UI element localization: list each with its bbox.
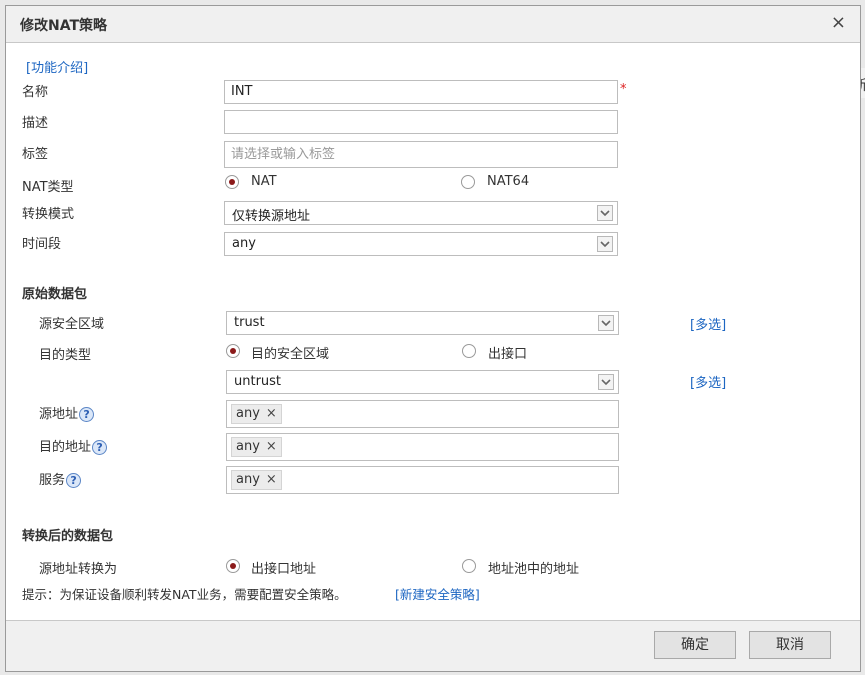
source-convert-interface-option: 出接口地址 — [251, 562, 317, 577]
source-address-label: 源地址? — [39, 403, 95, 422]
source-zone-value: trust — [234, 315, 265, 330]
converted-packet-section-title: 转换后的数据包 — [22, 529, 114, 544]
ok-button[interactable]: 确定 — [654, 631, 736, 659]
source-convert-interface-radio[interactable] — [226, 559, 240, 573]
nat-type-nat-option: NAT — [251, 174, 277, 189]
convert-mode-value: 仅转换源地址 — [232, 209, 311, 224]
help-icon[interactable]: ? — [92, 440, 108, 455]
dest-zone-select[interactable]: untrust — [226, 370, 619, 394]
dest-address-tag: any × — [231, 437, 282, 457]
dest-address-label: 目的地址? — [39, 436, 108, 455]
source-convert-pool-option: 地址池中的地址 — [488, 562, 580, 577]
required-mark: * — [620, 82, 627, 97]
source-convert-pool-radio[interactable] — [462, 559, 476, 573]
convert-mode-label: 转换模式 — [22, 207, 75, 222]
dialog-titlebar: 修改NAT策略 × — [6, 6, 860, 43]
nat-type-nat-radio[interactable] — [225, 175, 239, 189]
description-input[interactable] — [224, 110, 618, 134]
name-input[interactable]: INT — [224, 80, 618, 104]
service-field[interactable]: any × — [226, 466, 619, 494]
nat-type-nat64-option: NAT64 — [487, 174, 530, 189]
convert-mode-select[interactable]: 仅转换源地址 — [224, 201, 618, 225]
source-address-label-text: 源地址 — [39, 407, 79, 422]
time-range-label: 时间段 — [22, 237, 62, 252]
service-label: 服务? — [39, 469, 82, 488]
chevron-down-icon[interactable] — [597, 236, 613, 252]
source-convert-label: 源地址转换为 — [39, 562, 118, 577]
dest-zone-multi-select-link[interactable]: [多选] — [690, 372, 726, 391]
help-icon[interactable]: ? — [66, 473, 82, 488]
hint-text: 提示：为保证设备顺利转发NAT业务，需要配置安全策略。 — [22, 587, 347, 602]
time-range-value: any — [232, 236, 256, 251]
original-packet-section-title: 原始数据包 — [22, 287, 88, 302]
remove-tag-icon[interactable]: × — [266, 472, 277, 487]
close-icon[interactable]: × — [831, 12, 846, 33]
dest-type-zone-option: 目的安全区域 — [251, 347, 330, 362]
remove-tag-icon[interactable]: × — [266, 406, 277, 421]
tags-input[interactable]: 请选择或输入标签 — [224, 141, 618, 168]
service-label-text: 服务 — [39, 473, 66, 488]
cancel-button[interactable]: 取消 — [749, 631, 831, 659]
time-range-select[interactable]: any — [224, 232, 618, 256]
chevron-down-icon[interactable] — [598, 315, 614, 331]
source-zone-select[interactable]: trust — [226, 311, 619, 335]
dest-address-field[interactable]: any × — [226, 433, 619, 461]
nat-type-label: NAT类型 — [22, 180, 74, 195]
tags-label: 标签 — [22, 147, 49, 162]
dest-zone-value: untrust — [234, 374, 282, 389]
source-address-field[interactable]: any × — [226, 400, 619, 428]
source-zone-label: 源安全区域 — [39, 317, 105, 332]
source-zone-multi-select-link[interactable]: [多选] — [690, 314, 726, 333]
nat-type-nat64-radio[interactable] — [461, 175, 475, 189]
source-address-tag: any × — [231, 404, 282, 424]
dest-type-label: 目的类型 — [39, 348, 92, 363]
name-label: 名称 — [22, 85, 49, 100]
description-label: 描述 — [22, 116, 49, 131]
dest-type-interface-radio[interactable] — [462, 344, 476, 358]
service-tag: any × — [231, 470, 282, 490]
function-intro-link[interactable]: [功能介绍] — [26, 57, 88, 76]
dest-type-interface-option: 出接口 — [488, 347, 528, 362]
remove-tag-icon[interactable]: × — [266, 439, 277, 454]
service-tag-text: any — [236, 472, 260, 487]
dialog-footer: 确定 取消 — [6, 620, 860, 671]
help-icon[interactable]: ? — [79, 407, 95, 422]
source-address-tag-text: any — [236, 406, 260, 421]
chevron-down-icon[interactable] — [598, 374, 614, 390]
new-security-policy-link[interactable]: [新建安全策略] — [395, 584, 480, 603]
dest-address-label-text: 目的地址 — [39, 440, 92, 455]
nat-policy-dialog: 修改NAT策略 × [功能介绍] 名称 INT * 描述 标签 请选择或输入标签… — [5, 5, 861, 672]
chevron-down-icon[interactable] — [597, 205, 613, 221]
dialog-title: 修改NAT策略 — [20, 18, 108, 34]
dest-type-zone-radio[interactable] — [226, 344, 240, 358]
dest-address-tag-text: any — [236, 439, 260, 454]
